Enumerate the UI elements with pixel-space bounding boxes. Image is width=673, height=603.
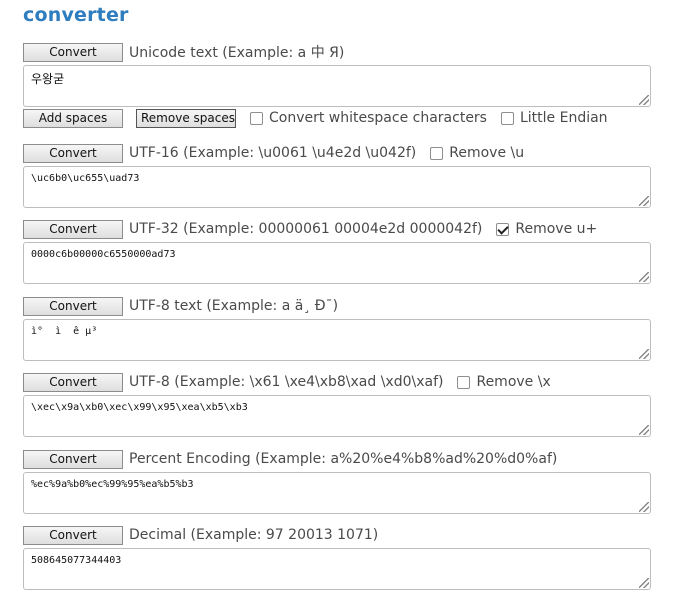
percent-row: Convert Percent Encoding (Example: a%20%… <box>23 449 557 469</box>
convert-utf16-button[interactable]: Convert <box>23 143 123 163</box>
unicode-row: Convert Unicode text (Example: a 中 Я) <box>23 42 344 62</box>
utf8-label: UTF-8 (Example: \x61 \xe4\xb8\xad \xd0\x… <box>129 374 444 390</box>
convert-utf32-button[interactable]: Convert <box>23 219 123 239</box>
unicode-value: 우왕굳 <box>31 72 65 86</box>
resize-grip-icon[interactable] <box>639 272 649 282</box>
remove-u-label: Remove \u <box>449 145 525 161</box>
unicode-textarea[interactable]: 우왕굳 <box>23 65 651 107</box>
resize-grip-icon[interactable] <box>639 349 649 359</box>
convert-utf8text-button[interactable]: Convert <box>23 296 123 316</box>
remove-x-label: Remove \x <box>476 374 551 390</box>
utf32-value: 0000c6b00000c6550000ad73 <box>31 249 176 260</box>
decimal-row: Convert Decimal (Example: 97 20013 1071) <box>23 525 378 545</box>
percent-label: Percent Encoding (Example: a%20%e4%b8%ad… <box>129 451 558 467</box>
decimal-label: Decimal (Example: 97 20013 1071) <box>129 527 379 543</box>
convert-percent-button[interactable]: Convert <box>23 449 123 469</box>
remove-u-checkbox[interactable]: Remove \u <box>430 145 524 161</box>
utf8-row: Convert UTF-8 (Example: \x61 \xe4\xb8\xa… <box>23 372 551 392</box>
resize-grip-icon[interactable] <box>639 425 649 435</box>
spaces-row: Add spaces Remove spaces Convert whitesp… <box>23 108 608 128</box>
utf8text-textarea[interactable]: ì° ì ê µ³ <box>23 319 651 361</box>
convert-utf8-button[interactable]: Convert <box>23 372 123 392</box>
decimal-value: 508645077344403 <box>31 555 122 566</box>
percent-textarea[interactable]: %ec%9a%b0%ec%99%95%ea%b5%b3 <box>23 472 651 514</box>
page-title: converter <box>23 4 129 26</box>
remove-uplus-label: Remove u+ <box>515 221 598 237</box>
little-endian-label: Little Endian <box>519 110 608 126</box>
utf8text-row: Convert UTF-8 text (Example: a ä¸ Ð¯) <box>23 296 338 316</box>
convert-decimal-button[interactable]: Convert <box>23 525 123 545</box>
utf32-textarea[interactable]: 0000c6b00000c6550000ad73 <box>23 242 651 284</box>
checkbox-checked-icon[interactable] <box>496 222 510 236</box>
utf8text-value: ì° ì ê µ³ <box>31 326 98 337</box>
resize-grip-icon[interactable] <box>639 196 649 206</box>
checkbox-icon[interactable] <box>457 375 471 389</box>
utf8text-label: UTF-8 text (Example: a ä¸ Ð¯) <box>129 298 339 314</box>
utf32-row: Convert UTF-32 (Example: 00000061 00004e… <box>23 219 597 239</box>
little-endian-checkbox[interactable]: Little Endian <box>500 110 608 126</box>
remove-spaces-button[interactable]: Remove spaces <box>136 108 236 128</box>
remove-x-checkbox[interactable]: Remove \x <box>457 374 551 390</box>
remove-uplus-checkbox[interactable]: Remove u+ <box>496 221 597 237</box>
utf8-textarea[interactable]: \xec\x9a\xb0\xec\x99\x95\xea\xb5\xb3 <box>23 395 651 437</box>
convert-unicode-button[interactable]: Convert <box>23 42 123 62</box>
convert-whitespace-checkbox[interactable]: Convert whitespace characters <box>250 110 487 126</box>
converter-page: converter Convert Unicode text (Example:… <box>0 0 673 603</box>
resize-grip-icon[interactable] <box>639 502 649 512</box>
utf16-value: \uc6b0\uc655\uad73 <box>31 173 140 184</box>
utf16-textarea[interactable]: \uc6b0\uc655\uad73 <box>23 166 651 208</box>
checkbox-icon[interactable] <box>430 146 444 160</box>
decimal-textarea[interactable]: 508645077344403 <box>23 548 651 590</box>
checkbox-icon[interactable] <box>250 111 263 125</box>
percent-value: %ec%9a%b0%ec%99%95%ea%b5%b3 <box>31 479 194 490</box>
resize-grip-icon[interactable] <box>639 95 649 105</box>
convert-whitespace-label: Convert whitespace characters <box>269 110 487 126</box>
add-spaces-button[interactable]: Add spaces <box>23 108 123 128</box>
utf8-value: \xec\x9a\xb0\xec\x99\x95\xea\xb5\xb3 <box>31 402 248 413</box>
resize-grip-icon[interactable] <box>639 578 649 588</box>
utf16-row: Convert UTF-16 (Example: \u0061 \u4e2d \… <box>23 143 524 163</box>
utf16-label: UTF-16 (Example: \u0061 \u4e2d \u042f) <box>129 145 417 161</box>
unicode-label: Unicode text (Example: a 中 Я) <box>129 45 345 61</box>
utf32-label: UTF-32 (Example: 00000061 00004e2d 00000… <box>129 221 483 237</box>
checkbox-icon[interactable] <box>500 111 514 125</box>
